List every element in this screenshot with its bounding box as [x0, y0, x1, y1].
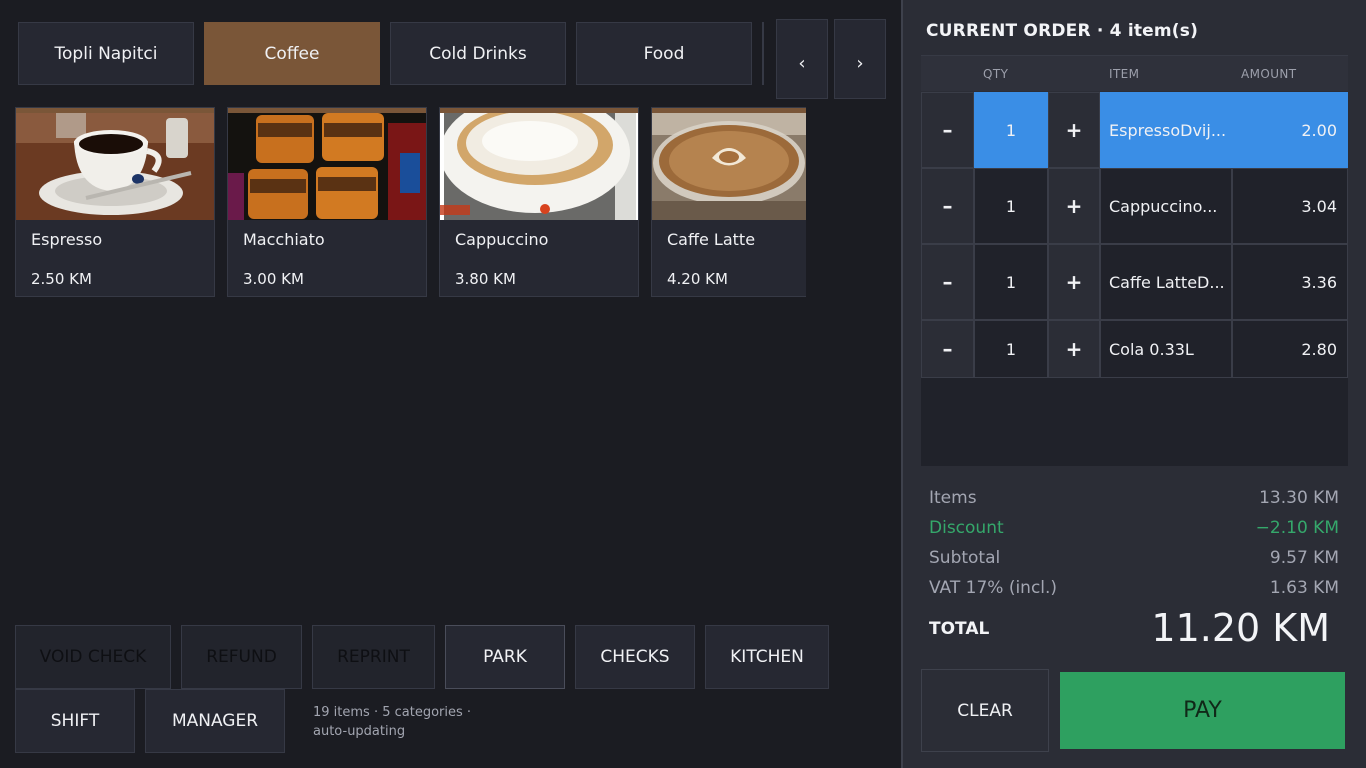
decrement-button[interactable]: –: [921, 168, 974, 244]
increment-button[interactable]: +: [1048, 168, 1100, 244]
decrement-button[interactable]: –: [921, 320, 974, 378]
order-row[interactable]: – 1 + EspressoDvij... 2.00: [921, 92, 1348, 168]
order-row[interactable]: – 1 + Cola 0.33L 2.80: [921, 320, 1348, 378]
summary-subtotal-value: 9.57 KM: [1269, 548, 1339, 568]
product-name: Caffe Latte: [667, 230, 756, 249]
order-row-amount: 2.00: [1232, 92, 1348, 168]
summary-discount-value: −2.10 KM: [1255, 518, 1339, 538]
cappuccino-image: [440, 113, 638, 220]
order-table-header: QTY ITEM AMOUNT: [921, 55, 1348, 91]
espresso-image: [16, 113, 214, 220]
product-tile-macchiato[interactable]: Macchiato 3.00 KM: [227, 107, 427, 297]
product-name: Espresso: [31, 230, 103, 249]
park-button[interactable]: PARK: [445, 625, 565, 689]
chevron-right-icon: ›: [856, 52, 864, 74]
product-name: Macchiato: [243, 230, 325, 249]
catalog-status-text: 19 items · 5 categories · auto-updating: [313, 703, 471, 741]
summary-items-value: 13.30 KM: [1259, 488, 1339, 508]
order-row-item: Cola 0.33L: [1100, 320, 1232, 378]
category-food[interactable]: Food: [576, 22, 752, 85]
order-row-item: EspressoDvij...: [1100, 92, 1232, 168]
checks-button[interactable]: CHECKS: [575, 625, 695, 689]
reprint-button[interactable]: REPRINT: [312, 625, 435, 689]
order-pane: CURRENT ORDER · 4 item(s) QTY ITEM AMOUN…: [901, 0, 1366, 768]
summary-discount-label: Discount: [929, 518, 1004, 538]
chevron-left-icon: ‹: [798, 52, 806, 74]
order-title: CURRENT ORDER · 4 item(s): [926, 21, 1199, 41]
order-row[interactable]: – 1 + Cappuccino... 3.04: [921, 168, 1348, 244]
product-price: 3.00 KM: [243, 270, 304, 288]
product-tile-espresso[interactable]: Espresso 2.50 KM: [15, 107, 215, 297]
header-amount: AMOUNT: [1241, 67, 1297, 81]
header-qty: QTY: [983, 67, 1009, 81]
catalog-status-line2: auto-updating: [313, 724, 406, 739]
category-next-button[interactable]: ›: [834, 19, 886, 99]
caffe-latte-image: [652, 113, 806, 220]
kitchen-button[interactable]: KITCHEN: [705, 625, 829, 689]
product-tile-cappuccino[interactable]: Cappuccino 3.80 KM: [439, 107, 639, 297]
product-name: Cappuccino: [455, 230, 549, 249]
product-price: 4.20 KM: [667, 270, 728, 288]
order-row-item: Cappuccino...: [1100, 168, 1232, 244]
decrement-button[interactable]: –: [921, 92, 974, 168]
product-pane: Topli Napitci Coffee Cold Drinks Food ‹ …: [0, 0, 901, 768]
order-row-item: Caffe LatteD...: [1100, 244, 1232, 320]
summary-vat-value: 1.63 KM: [1269, 578, 1339, 598]
catalog-status-line1: 19 items · 5 categories ·: [313, 705, 472, 720]
product-price: 2.50 KM: [31, 270, 92, 288]
category-prev-button[interactable]: ‹: [776, 19, 828, 99]
summary-vat-label: VAT 17% (incl.): [929, 578, 1058, 598]
category-topli-napitci[interactable]: Topli Napitci: [18, 22, 194, 85]
summary-subtotal-label: Subtotal: [929, 548, 1001, 568]
category-coffee[interactable]: Coffee: [204, 22, 380, 85]
manager-button[interactable]: MANAGER: [145, 689, 285, 753]
refund-button[interactable]: REFUND: [181, 625, 302, 689]
category-cold-drinks[interactable]: Cold Drinks: [390, 22, 566, 85]
total-label: TOTAL: [929, 619, 990, 639]
order-row-qty: 1: [974, 92, 1048, 168]
order-row-amount: 3.04: [1232, 168, 1348, 244]
decrement-button[interactable]: –: [921, 244, 974, 320]
increment-button[interactable]: +: [1048, 92, 1100, 168]
increment-button[interactable]: +: [1048, 244, 1100, 320]
product-tile-caffe-latte[interactable]: Caffe Latte 4.20 KM: [651, 107, 806, 297]
total-value: 11.20 KM: [1151, 606, 1330, 650]
pay-button[interactable]: PAY: [1060, 672, 1345, 749]
header-item: ITEM: [1109, 67, 1140, 81]
macchiato-image: [228, 113, 426, 220]
order-row-qty: 1: [974, 320, 1048, 378]
shift-button[interactable]: SHIFT: [15, 689, 135, 753]
category-divider: [762, 22, 764, 85]
order-list: – 1 + EspressoDvij... 2.00 – 1 + Cappucc…: [921, 92, 1348, 466]
clear-button[interactable]: CLEAR: [921, 669, 1049, 752]
void-check-button[interactable]: VOID CHECK: [15, 625, 171, 689]
summary-items-label: Items: [929, 488, 977, 508]
order-row-amount: 3.36: [1232, 244, 1348, 320]
order-row-qty: 1: [974, 168, 1048, 244]
order-row-amount: 2.80: [1232, 320, 1348, 378]
order-row-qty: 1: [974, 244, 1048, 320]
order-row[interactable]: – 1 + Caffe LatteD... 3.36: [921, 244, 1348, 320]
product-price: 3.80 KM: [455, 270, 516, 288]
increment-button[interactable]: +: [1048, 320, 1100, 378]
